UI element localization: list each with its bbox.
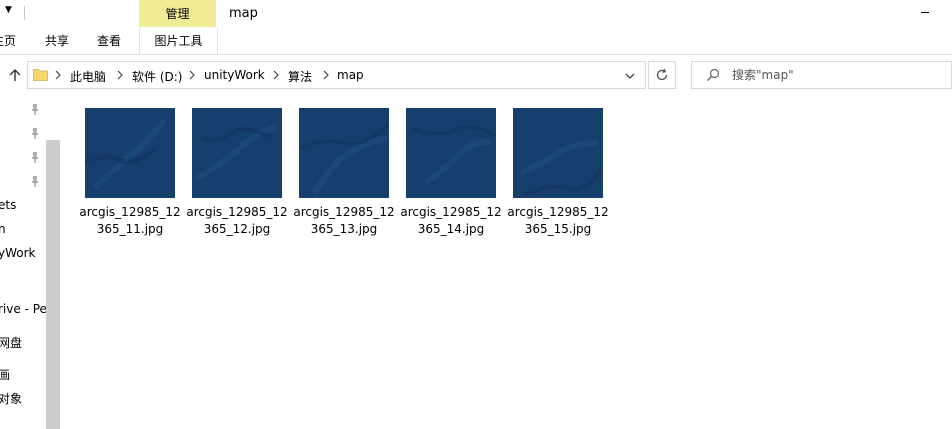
up-button[interactable] xyxy=(6,66,24,84)
image-thumbnail xyxy=(192,108,282,198)
ribbon-tabs: 主页 共享 查看 图片工具 xyxy=(0,28,952,55)
image-thumbnail xyxy=(85,108,175,198)
breadcrumb-unitywork[interactable]: unityWork xyxy=(204,68,265,82)
refresh-icon xyxy=(656,68,668,81)
nav-item[interactable]: ets xyxy=(0,198,16,212)
chevron-right-icon[interactable] xyxy=(54,70,62,80)
nav-item[interactable]: n xyxy=(0,222,6,236)
nav-item[interactable]: rive - Pe xyxy=(0,302,47,316)
file-name: arcgis_12985_12365_12.jpg xyxy=(186,205,288,236)
window-title: map xyxy=(229,6,258,21)
tab-picture-tools[interactable]: 图片工具 xyxy=(139,28,218,54)
nav-item[interactable]: 网盘 xyxy=(0,334,22,351)
quick-access-divider xyxy=(24,6,25,20)
file-name: arcgis_12985_12365_15.jpg xyxy=(507,205,609,236)
file-name: arcgis_12985_12365_14.jpg xyxy=(400,205,502,236)
pin-icon[interactable] xyxy=(30,128,40,140)
pin-icon[interactable] xyxy=(30,152,40,164)
chevron-right-icon[interactable] xyxy=(116,70,124,80)
file-item[interactable]: arcgis_12985_12365_12.jpg xyxy=(186,108,288,238)
manage-context-tab-header: 管理 xyxy=(139,0,216,27)
tab-share[interactable]: 共享 xyxy=(45,28,69,54)
up-arrow-icon xyxy=(9,69,21,81)
folder-icon xyxy=(33,69,48,81)
image-thumbnail xyxy=(299,108,389,198)
breadcrumb-drive-d[interactable]: 软件 (D:) xyxy=(132,68,182,85)
pin-icon[interactable] xyxy=(30,104,40,116)
chevron-right-icon[interactable] xyxy=(188,70,196,80)
refresh-button[interactable] xyxy=(648,61,676,89)
chevron-right-icon[interactable] xyxy=(272,70,280,80)
file-item[interactable]: arcgis_12985_12365_11.jpg xyxy=(79,108,181,238)
tab-view[interactable]: 查看 xyxy=(97,28,121,54)
navigation-pane: ets n yWork rive - Pe 网盘 画 对象 xyxy=(0,96,60,429)
breadcrumb-map[interactable]: map xyxy=(337,68,364,82)
nav-item[interactable]: 画 xyxy=(0,366,10,383)
quick-access-dropdown-icon[interactable]: ▼ xyxy=(5,5,12,15)
file-item[interactable]: arcgis_12985_12365_15.jpg xyxy=(507,108,609,238)
file-item[interactable]: arcgis_12985_12365_14.jpg xyxy=(400,108,502,238)
nav-pane-scrollbar[interactable] xyxy=(46,140,60,429)
search-icon xyxy=(707,68,720,81)
address-bar[interactable]: 此电脑 软件 (D:) unityWork 算法 map xyxy=(27,61,646,89)
chevron-down-icon[interactable] xyxy=(624,70,636,82)
file-item[interactable]: arcgis_12985_12365_13.jpg xyxy=(293,108,395,238)
search-input[interactable] xyxy=(732,67,932,83)
nav-item[interactable]: 对象 xyxy=(0,390,22,407)
breadcrumb-this-pc[interactable]: 此电脑 xyxy=(70,68,106,85)
file-list: arcgis_12985_12365_11.jpg arcgis_12985_1… xyxy=(60,96,952,429)
title-bar: ▼ 管理 map xyxy=(0,0,952,28)
image-thumbnail xyxy=(406,108,496,198)
pin-icon[interactable] xyxy=(30,176,40,188)
minimize-button[interactable] xyxy=(921,12,929,13)
search-box[interactable] xyxy=(691,61,952,89)
chevron-right-icon[interactable] xyxy=(322,70,330,80)
file-name: arcgis_12985_12365_11.jpg xyxy=(79,205,181,236)
file-name: arcgis_12985_12365_13.jpg xyxy=(293,205,395,236)
breadcrumb-algorithm[interactable]: 算法 xyxy=(288,68,312,85)
nav-item[interactable]: yWork xyxy=(0,246,36,260)
tab-home[interactable]: 主页 xyxy=(0,28,16,54)
image-thumbnail xyxy=(513,108,603,198)
